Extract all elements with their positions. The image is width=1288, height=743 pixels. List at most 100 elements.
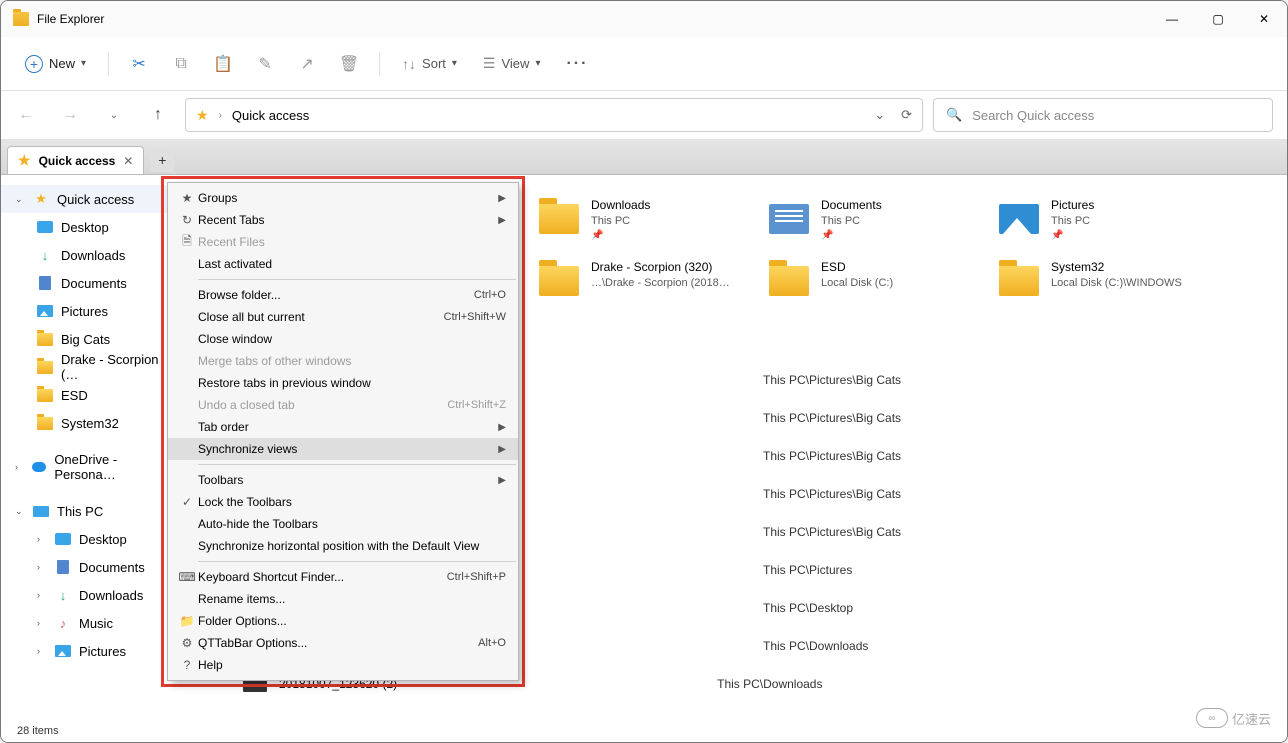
folder-esd[interactable]: ESDLocal Disk (C:) — [767, 257, 973, 315]
folder-system32[interactable]: System32Local Disk (C:)\WINDOWS — [997, 257, 1203, 315]
menu-item[interactable]: ?Help — [168, 654, 518, 676]
menu-item[interactable]: Auto-hide the Toolbars — [168, 513, 518, 535]
sidebar-pc-downloads[interactable]: ›↓Downloads — [1, 581, 169, 609]
menu-item[interactable]: ⚙QTTabBar Options...Alt+O — [168, 632, 518, 654]
file-path: This PC\Pictures\Big Cats — [763, 449, 901, 463]
folder-documents[interactable]: DocumentsThis PC📌 — [767, 195, 973, 253]
delete-button[interactable]: 🗑 — [331, 46, 367, 82]
copy-button[interactable]: ⧉ — [163, 46, 199, 82]
menu-item-label: Groups — [198, 191, 498, 205]
menu-item[interactable]: Last activated — [168, 253, 518, 275]
folder-icon — [539, 266, 579, 296]
more-button[interactable]: ··· — [556, 55, 598, 73]
menu-item[interactable]: ✓Lock the Toolbars — [168, 491, 518, 513]
sort-button[interactable]: ↑↓ Sort ▾ — [392, 56, 467, 72]
status-bar: 28 items — [1, 720, 1287, 742]
sidebar-item-pictures[interactable]: Pictures — [1, 297, 169, 325]
sidebar-item-bigcats[interactable]: Big Cats — [1, 325, 169, 353]
folder-icon — [539, 204, 579, 234]
forward-button[interactable]: → — [53, 98, 87, 132]
sidebar-item-downloads[interactable]: ↓Downloads — [1, 241, 169, 269]
download-icon: ↓ — [37, 247, 53, 263]
maximize-button[interactable]: ▢ — [1195, 1, 1241, 37]
folder-icon — [37, 389, 53, 402]
sidebar-label: Drake - Scorpion (… — [61, 352, 169, 382]
address-bar[interactable]: ★ › Quick access ⌄ ⟳ — [185, 98, 923, 132]
sidebar-this-pc[interactable]: ⌄ This PC — [1, 497, 169, 525]
menu-item[interactable]: Tab order▶ — [168, 416, 518, 438]
view-button[interactable]: ☰ View ▾ — [473, 55, 551, 72]
search-icon: 🔍 — [946, 107, 962, 123]
menu-item[interactable]: Rename items... — [168, 588, 518, 610]
share-button[interactable]: ↗ — [289, 46, 325, 82]
rename-button[interactable]: ✎ — [247, 46, 283, 82]
new-tab-button[interactable]: + — [150, 148, 174, 172]
document-icon — [39, 276, 51, 290]
up-button[interactable]: ↑ — [141, 98, 175, 132]
sidebar-pc-desktop[interactable]: ›Desktop — [1, 525, 169, 553]
refresh-button[interactable]: ⟳ — [901, 107, 912, 123]
sidebar-label: Desktop — [79, 532, 127, 547]
sidebar-item-esd[interactable]: ESD — [1, 381, 169, 409]
file-path: This PC\Downloads — [717, 677, 822, 691]
plus-icon: + — [25, 55, 43, 73]
document-icon — [57, 560, 69, 574]
menu-item-label: Auto-hide the Toolbars — [198, 517, 506, 531]
sidebar-item-system32[interactable]: System32 — [1, 409, 169, 437]
tab-quick-access[interactable]: ★ Quick access ✕ — [7, 146, 144, 174]
sidebar-item-documents[interactable]: Documents — [1, 269, 169, 297]
menu-item[interactable]: ↻Recent Tabs▶ — [168, 209, 518, 231]
recent-locations-button[interactable]: ⌄ — [97, 98, 131, 132]
back-button[interactable]: ← — [9, 98, 43, 132]
sidebar-pc-music[interactable]: ›♪Music — [1, 609, 169, 637]
menu-item[interactable]: Close all but currentCtrl+Shift+W — [168, 306, 518, 328]
menu-item-label: Lock the Toolbars — [198, 495, 506, 509]
menu-item[interactable]: 📁Folder Options... — [168, 610, 518, 632]
watermark-text: 亿速云 — [1232, 709, 1271, 728]
folder-icon — [37, 417, 53, 430]
menu-item[interactable]: ★Groups▶ — [168, 187, 518, 209]
folder-drake[interactable]: Drake - Scorpion (320)…\Drake - Scorpion… — [537, 257, 743, 315]
search-box[interactable]: 🔍 Search Quick access — [933, 98, 1273, 132]
menu-item-icon: ⌨ — [176, 570, 198, 584]
menu-item-icon: ✓ — [176, 495, 198, 509]
cut-button[interactable]: ✂ — [121, 46, 157, 82]
new-button[interactable]: + New ▾ — [15, 49, 96, 79]
menu-item[interactable]: ⌨Keyboard Shortcut Finder...Ctrl+Shift+P — [168, 566, 518, 588]
file-path: This PC\Pictures\Big Cats — [763, 373, 901, 387]
menu-item[interactable]: Synchronize horizontal position with the… — [168, 535, 518, 557]
menu-item[interactable]: Restore tabs in previous window — [168, 372, 518, 394]
sidebar-pc-documents[interactable]: ›Documents — [1, 553, 169, 581]
menu-item[interactable]: Synchronize views▶ — [168, 438, 518, 460]
chevron-down-icon[interactable]: ⌄ — [874, 107, 885, 123]
menu-item-label: Undo a closed tab — [198, 398, 447, 412]
explorer-window: File Explorer — ▢ ✕ + New ▾ ✂ ⧉ 📋 ✎ ↗ 🗑 … — [0, 0, 1288, 743]
chevron-down-icon: ⌄ — [15, 194, 25, 205]
pin-icon: 📌 — [591, 229, 650, 243]
sidebar-item-drake[interactable]: Drake - Scorpion (… — [1, 353, 169, 381]
file-path: This PC\Downloads — [763, 639, 868, 653]
folder-pictures[interactable]: PicturesThis PC📌 — [997, 195, 1203, 253]
folder-icon — [769, 266, 809, 296]
menu-separator — [198, 464, 516, 465]
close-button[interactable]: ✕ — [1241, 1, 1287, 37]
sidebar-item-desktop[interactable]: Desktop — [1, 213, 169, 241]
menu-item[interactable]: Toolbars▶ — [168, 469, 518, 491]
item-sub: This PC — [591, 214, 650, 229]
sidebar-pc-pictures[interactable]: ›Pictures — [1, 637, 169, 665]
folder-downloads[interactable]: DownloadsThis PC📌 — [537, 195, 743, 253]
paste-button[interactable]: 📋 — [205, 46, 241, 82]
menu-item[interactable]: Browse folder...Ctrl+O — [168, 284, 518, 306]
menu-item-label: Recent Files — [198, 235, 506, 249]
close-tab-button[interactable]: ✕ — [123, 154, 133, 168]
view-icon: ☰ — [483, 55, 496, 72]
sidebar-quick-access[interactable]: ⌄ ★ Quick access — [1, 185, 169, 213]
chevron-right-icon: › — [15, 462, 24, 472]
menu-item[interactable]: Close window — [168, 328, 518, 350]
chevron-right-icon: ▶ — [498, 215, 506, 226]
sidebar-onedrive[interactable]: › OneDrive - Persona… — [1, 453, 169, 481]
sort-icon: ↑↓ — [402, 56, 416, 72]
watermark-icon: ∞ — [1196, 708, 1228, 728]
minimize-button[interactable]: — — [1149, 1, 1195, 37]
menu-item-label: Close all but current — [198, 310, 444, 324]
